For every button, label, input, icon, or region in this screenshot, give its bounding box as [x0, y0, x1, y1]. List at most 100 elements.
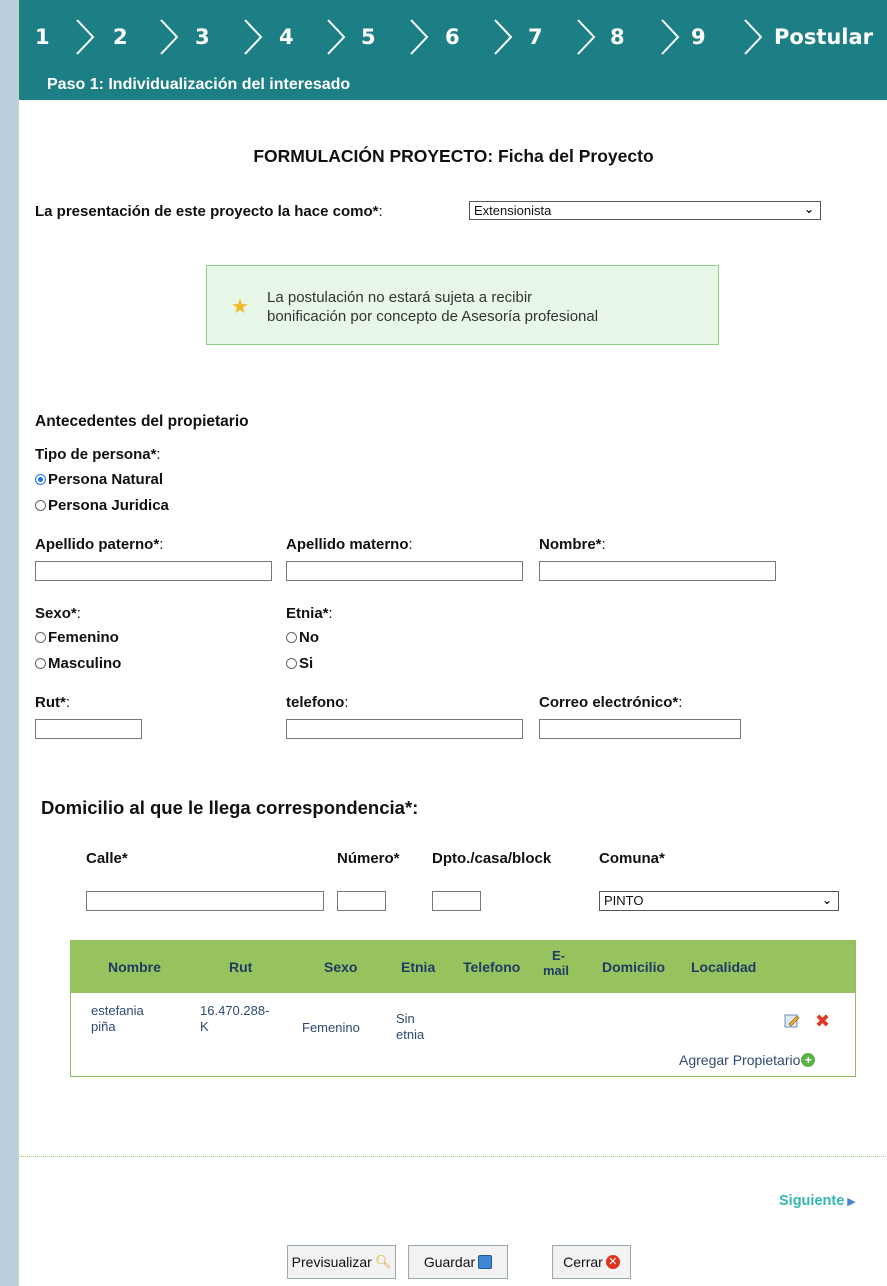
header-telefono: Telefono	[463, 959, 521, 975]
radio-unselected-icon	[35, 658, 46, 669]
bonification-notice: ★ La postulación no estará sujeta a reci…	[206, 265, 719, 345]
form-frame: 1 2 3 4 5 6 7 8 9 Postular Paso 1: Indiv…	[18, 0, 887, 1286]
radio-etnia-si[interactable]: Si	[286, 655, 313, 672]
page-title: FORMULACIÓN PROYECTO: Ficha del Proyecto	[253, 146, 654, 166]
masculino-label: Masculino	[48, 655, 122, 672]
step-navigation: 1 2 3 4 5 6 7 8 9 Postular	[19, 0, 887, 70]
tipo-persona-label: Tipo de persona*	[35, 446, 157, 463]
presentation-label: La presentación de este proyecto la hace…	[35, 203, 379, 220]
sexo-label: Sexo*	[35, 605, 77, 622]
header-localidad: Localidad	[691, 959, 757, 975]
add-owner-link[interactable]: Agregar Propietario +	[679, 1052, 816, 1068]
close-button[interactable]: Cerrar ✕	[552, 1245, 631, 1279]
telefono-field[interactable]	[286, 719, 523, 739]
etnia-no-label: No	[299, 629, 319, 646]
notice-line-2: bonificación por concepto de Asesoría pr…	[267, 308, 599, 325]
step-2[interactable]: 2	[113, 22, 128, 52]
apellido-paterno-field[interactable]	[35, 561, 272, 581]
next-link[interactable]: Siguiente ▶	[779, 1193, 856, 1209]
radio-persona-juridica[interactable]: Persona Juridica	[35, 497, 169, 514]
dpto-label: Dpto./casa/block	[432, 850, 552, 867]
nombre-field[interactable]	[539, 561, 776, 581]
step-6[interactable]: 6	[445, 22, 460, 52]
rut-label-row: Rut*:	[35, 694, 70, 711]
delete-icon[interactable]: ✖	[815, 1011, 830, 1032]
step-9[interactable]: 9	[691, 22, 706, 52]
telefono-label: telefono	[286, 694, 345, 711]
radio-unselected-icon	[35, 632, 46, 643]
header-domicilio: Domicilio	[602, 959, 666, 975]
radio-femenino[interactable]: Femenino	[35, 629, 119, 646]
cell-etnia-line1: Sin	[396, 1011, 415, 1026]
notice-text: La postulación no estará sujeta a recibi…	[267, 288, 598, 326]
numero-field[interactable]	[337, 891, 386, 911]
cell-etnia: Sin etnia	[396, 1011, 424, 1043]
step-8[interactable]: 8	[610, 22, 625, 52]
owners-table: Nombre Rut Sexo Etnia Telefono E- mail D…	[70, 940, 856, 1077]
dpto-field[interactable]	[432, 891, 481, 911]
persona-juridica-label: Persona Juridica	[48, 497, 169, 514]
magnifier-icon: 🔍︎	[374, 1254, 392, 1269]
apellido-materno-label: Apellido materno	[286, 536, 409, 553]
apellido-materno-field[interactable]	[286, 561, 523, 581]
edit-icon[interactable]	[784, 1013, 800, 1028]
tipo-persona-row: Tipo de persona*:	[35, 446, 161, 463]
apellido-materno-label-row: Apellido materno:	[286, 536, 413, 553]
add-owner-label: Agregar Propietario	[679, 1052, 801, 1068]
calle-label: Calle*	[86, 850, 128, 867]
apellido-paterno-label: Apellido paterno*	[35, 536, 160, 553]
star-icon: ★	[231, 296, 249, 318]
apellido-paterno-label-row: Apellido paterno*:	[35, 536, 164, 553]
header-sexo: Sexo	[324, 959, 358, 975]
save-button-label: Guardar	[423, 1254, 476, 1270]
presentation-row: La presentación de este proyecto la hace…	[35, 203, 383, 220]
radio-unselected-icon	[286, 658, 297, 669]
step-postular[interactable]: Postular	[774, 22, 873, 52]
etnia-si-label: Si	[299, 655, 314, 672]
correo-field[interactable]	[539, 719, 741, 739]
cell-rut-line1: 16.470.288-	[200, 1003, 270, 1018]
header-email-top: E-	[552, 948, 565, 963]
comuna-select[interactable]: PINTO ⌄	[599, 891, 839, 911]
chevron-down-icon: ⌄	[803, 202, 814, 216]
telefono-label-row: telefono:	[286, 694, 349, 711]
radio-masculino[interactable]: Masculino	[35, 655, 121, 672]
header-email-bottom: mail	[543, 963, 570, 978]
notice-line-1: La postulación no estará sujeta a recibi…	[267, 289, 533, 306]
etnia-label: Etnia*	[286, 605, 329, 622]
cell-rut: 16.470.288- K	[200, 1003, 269, 1035]
rut-label: Rut*	[35, 694, 66, 711]
sexo-label-row: Sexo*:	[35, 605, 81, 622]
radio-persona-natural[interactable]: Persona Natural	[35, 471, 163, 488]
header-etnia: Etnia	[401, 959, 436, 975]
address-section-title: Domicilio al que le llega correspondenci…	[41, 797, 419, 818]
cell-sexo: Femenino	[302, 1020, 360, 1035]
femenino-label: Femenino	[48, 629, 119, 646]
step-4[interactable]: 4	[279, 22, 294, 52]
radio-unselected-icon	[286, 632, 297, 643]
close-icon: ✕	[605, 1255, 620, 1269]
cell-etnia-line2: etnia	[396, 1027, 425, 1042]
cell-nombre-line1: estefania	[91, 1003, 144, 1018]
step-5[interactable]: 5	[361, 22, 376, 52]
nombre-label: Nombre*	[539, 536, 602, 553]
presentation-select[interactable]: Extensionista ⌄	[469, 201, 821, 220]
comuna-select-value: PINTO	[604, 893, 644, 908]
floppy-disk-icon	[478, 1255, 493, 1269]
radio-etnia-no[interactable]: No	[286, 629, 319, 646]
step-1[interactable]: 1	[35, 22, 50, 52]
comuna-label: Comuna*	[599, 850, 665, 867]
cell-rut-line2: K	[200, 1019, 209, 1034]
save-button[interactable]: Guardar	[408, 1245, 508, 1279]
presentation-select-value: Extensionista	[474, 203, 552, 218]
radio-selected-icon	[35, 474, 46, 485]
step-3[interactable]: 3	[195, 22, 210, 52]
header-nombre: Nombre	[108, 959, 161, 975]
calle-field[interactable]	[86, 891, 324, 911]
radio-unselected-icon	[35, 500, 46, 511]
chevron-down-icon: ⌄	[821, 893, 832, 907]
etnia-label-row: Etnia*:	[286, 605, 333, 622]
preview-button[interactable]: Previsualizar 🔍︎	[287, 1245, 396, 1279]
step-7[interactable]: 7	[528, 22, 543, 52]
rut-field[interactable]	[35, 719, 142, 739]
